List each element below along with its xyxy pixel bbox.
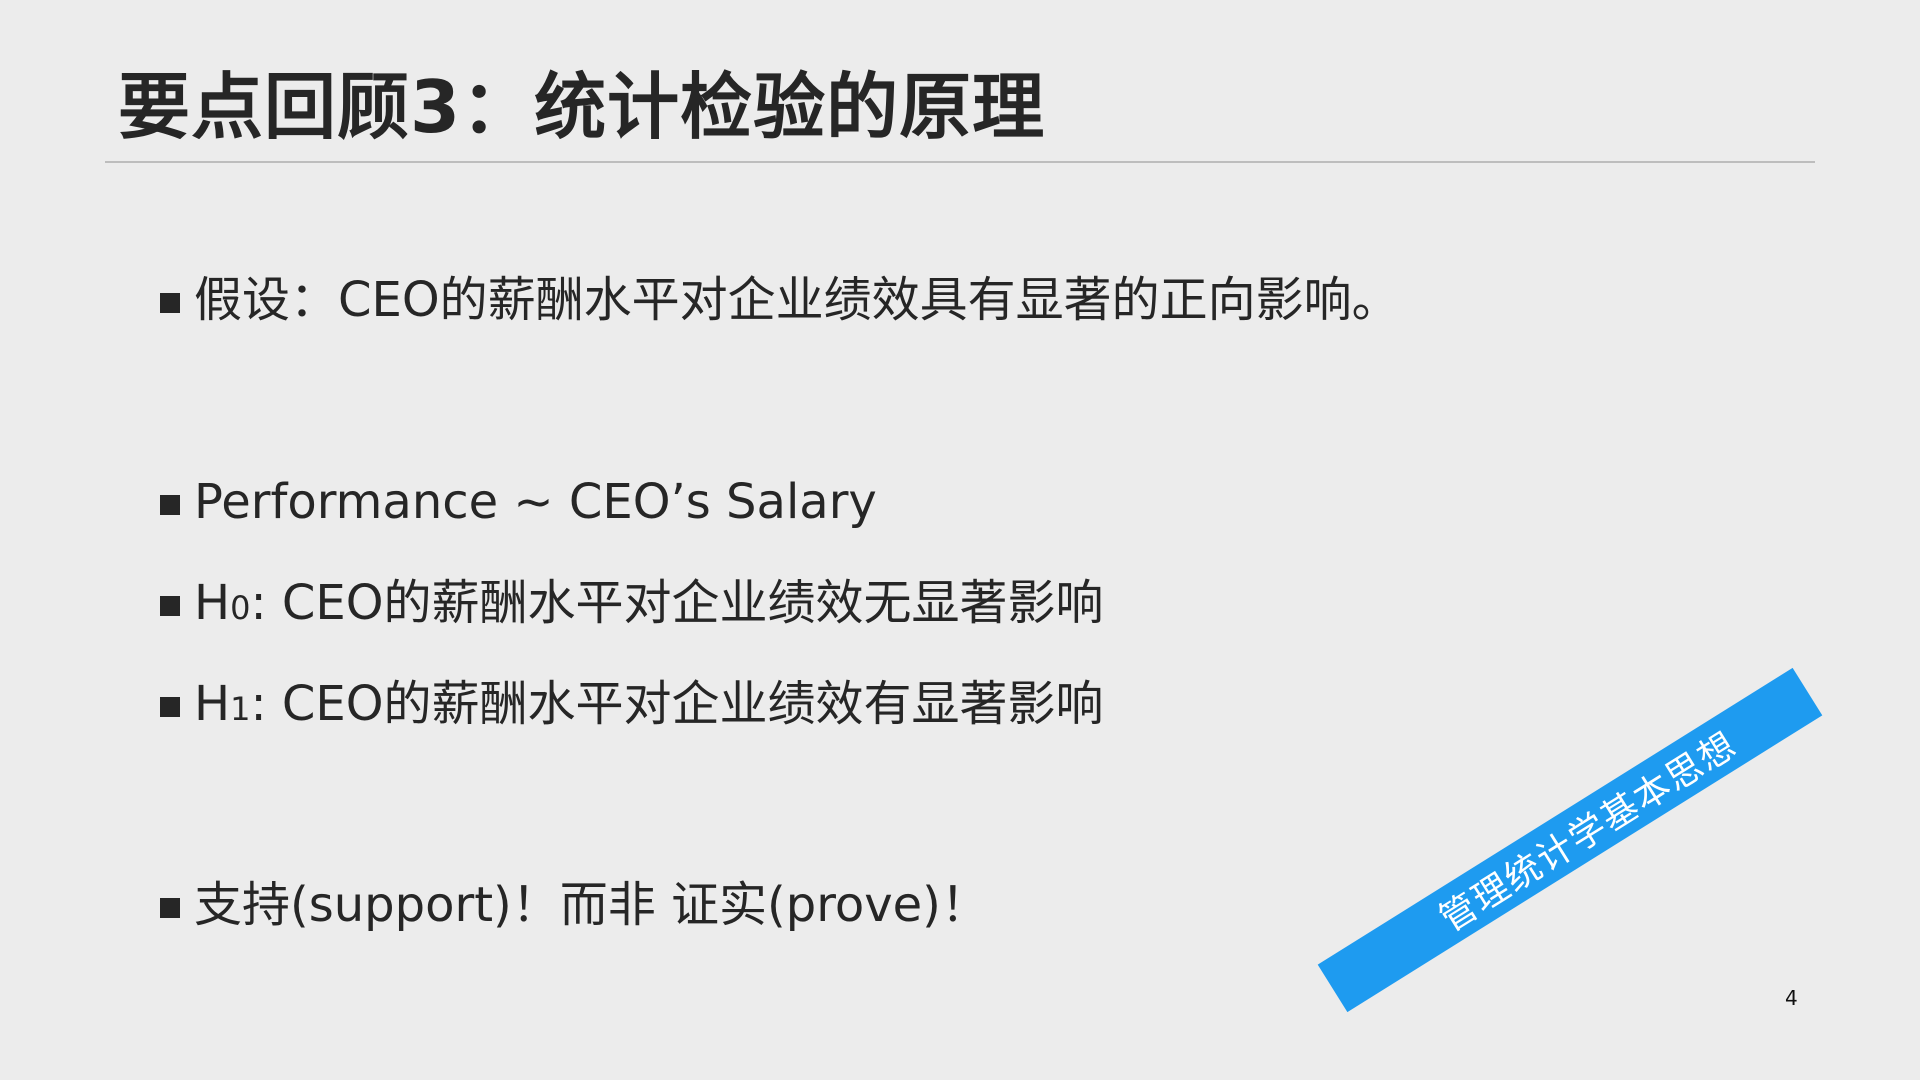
title-divider (105, 161, 1815, 163)
bullet-text: 假设：CEO的薪酬水平对企业绩效具有显著的正向影响。 (194, 272, 1400, 328)
h1-subscript: 1 (230, 689, 251, 728)
square-bullet-icon (160, 897, 180, 918)
square-bullet-icon (160, 292, 180, 313)
slide-title: 要点回顾3：统计检验的原理 (118, 65, 1046, 149)
page-number: 4 (1785, 986, 1798, 1010)
bullet-hypothesis: 假设：CEO的薪酬水平对企业绩效具有显著的正向影响。 (160, 272, 1400, 330)
h1-text: : CEO的薪酬水平对企业绩效有显著影响 (250, 676, 1104, 732)
bullet-support: 支持(support)！而非 证实(prove)！ (160, 877, 989, 935)
corner-ribbon: 管理统计学基本思想 (1317, 667, 1823, 1013)
square-bullet-icon (160, 494, 180, 515)
bullet-h0: H0: CEO的薪酬水平对企业绩效无显著影响 (160, 575, 1104, 633)
square-bullet-icon (160, 696, 180, 717)
square-bullet-icon (160, 595, 180, 616)
h0-subscript: 0 (230, 588, 251, 627)
bullet-text: Performance ~ CEO’s Salary (194, 474, 877, 530)
h0-letter: H (194, 575, 231, 631)
bullet-h1: H1: CEO的薪酬水平对企业绩效有显著影响 (160, 676, 1104, 734)
slide: 要点回顾3：统计检验的原理 假设：CEO的薪酬水平对企业绩效具有显著的正向影响。… (0, 0, 1920, 1080)
ribbon-label: 管理统计学基本思想 (1432, 724, 1745, 941)
h0-text: : CEO的薪酬水平对企业绩效无显著影响 (250, 575, 1104, 631)
h1-letter: H (194, 676, 231, 732)
bullet-text: 支持(support)！而非 证实(prove)！ (194, 877, 989, 933)
bullet-model: Performance ~ CEO’s Salary (160, 474, 877, 532)
